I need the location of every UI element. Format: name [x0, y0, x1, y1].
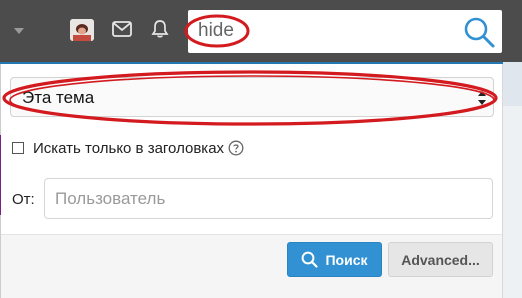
avatar-icon[interactable] — [70, 19, 94, 41]
titles-only-label[interactable]: Искать только в заголовках — [33, 140, 224, 157]
bell-icon[interactable] — [151, 19, 169, 44]
search-icon — [302, 251, 319, 268]
search-submit-button[interactable]: Поиск — [287, 242, 382, 277]
background-strip — [503, 62, 522, 298]
member-username-input[interactable] — [44, 178, 493, 219]
search-actions-footer: Поиск Advanced... — [1, 234, 502, 298]
background-tab — [503, 62, 522, 106]
search-box — [188, 10, 502, 53]
titles-only-row: Искать только в заголовках — [12, 137, 244, 159]
select-arrows-icon — [478, 91, 486, 105]
question-circle-icon[interactable] — [228, 140, 244, 156]
advanced-search-button[interactable]: Advanced... — [388, 242, 493, 277]
search-input[interactable] — [194, 14, 454, 48]
caret-down-icon[interactable] — [14, 28, 24, 34]
from-label: От: — [12, 191, 35, 208]
search-icon[interactable] — [462, 15, 496, 49]
search-submit-label: Поиск — [325, 251, 368, 268]
mail-icon[interactable] — [112, 21, 132, 42]
search-scope-select[interactable]: Эта тема — [10, 77, 494, 117]
search-scope-value: Эта тема — [22, 88, 95, 107]
top-navigation-bar — [0, 0, 522, 62]
titles-only-checkbox[interactable] — [12, 142, 24, 154]
